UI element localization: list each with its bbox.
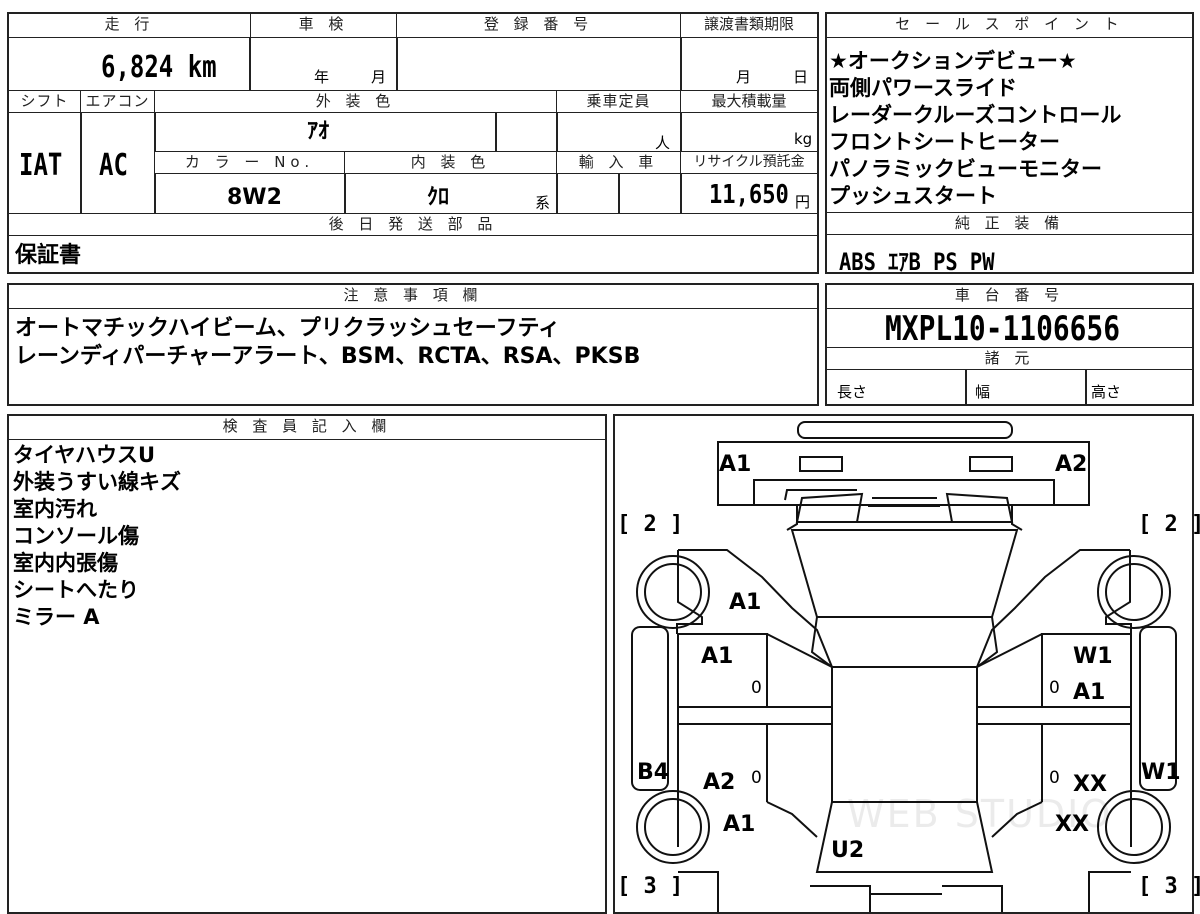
later-parts-value: 保証書: [15, 243, 82, 268]
sales-point: パノラミックビューモニター: [829, 157, 1102, 181]
sales-point: フロントシートヒーター: [829, 130, 1060, 154]
chassis-box: 車 台 番 号 MXPL10-1106656 諸 元 長さ 幅 高さ: [825, 283, 1194, 406]
recycle-value: 11,650: [709, 180, 789, 210]
sales-points-box: セ ー ル ス ポ イ ン ト ★オークションデビュー★ 両側パワースライドレーダ…: [825, 12, 1194, 276]
mileage-value: 6,824 km: [101, 50, 217, 85]
notes-header: 注 意 事 項 欄: [9, 285, 817, 309]
door-front-left-mark: A1: [701, 644, 734, 669]
inspector-header: 検 査 員 記 入 欄: [9, 416, 605, 440]
front-right-mark: A2: [1055, 452, 1088, 477]
inspector-line: 室内内張傷: [13, 551, 118, 575]
side-left-mark: B4: [637, 760, 670, 785]
registration-header: 登 録 番 号: [397, 14, 681, 38]
shift-value: IAT: [19, 148, 63, 183]
sales-point: プッシュスタート: [829, 184, 997, 208]
inspector-line: 外装うすい線キズ: [13, 470, 181, 494]
width-label: 幅: [975, 383, 991, 401]
sales-points-list: ★オークションデビュー★ 両側パワースライドレーダークルーズコントロール フロントシ…: [829, 48, 1189, 210]
inspector-line: タイヤハウスU: [13, 443, 156, 467]
max-load-unit: kg: [794, 130, 813, 148]
door-front-left-zero: 0: [751, 678, 762, 698]
door-rear-right-zero: 0: [1049, 768, 1060, 788]
interior-color-header: 内 装 色: [345, 152, 557, 174]
car-diagram-box: A1 A2 [ 2 ] [ 2 ] A1 A1 0 W1 0 A1 B4 A2 …: [613, 414, 1200, 914]
shaken-year: 年: [314, 68, 330, 86]
chassis-number: MXPL10-1106656: [885, 309, 1120, 349]
notes-line-1: オートマチックハイビーム、プリクラッシュセーフティ: [15, 316, 561, 341]
sales-point: 両側パワースライド: [829, 76, 1017, 100]
inspector-box: 検 査 員 記 入 欄 タイヤハウスU 外装うすい線キズ 室内汚れコンソール傷 室内内…: [7, 414, 607, 914]
watermark: WEB STUDIO: [847, 792, 1113, 836]
color-no-header: カ ラ ー No.: [155, 152, 345, 174]
sales-point: レーダークルーズコントロール: [829, 103, 1122, 127]
import-header: 輸 入 車: [557, 152, 681, 174]
equipment-value: ABS ｴｱB PS PW: [839, 248, 995, 276]
capacity-unit: 人: [655, 134, 671, 152]
recycle-unit: 円: [795, 193, 811, 211]
door-front-right-zero: 0: [1049, 678, 1060, 698]
inspector-line: 室内汚れ: [13, 497, 97, 521]
inspector-line: シートへたり: [13, 578, 139, 602]
door-rear-left-zero: 0: [751, 768, 762, 788]
recycle-header: リサイクル預託金: [681, 152, 817, 174]
notes-line-2: レーンディパーチャーアラート、BSM、RCTA、RSA、PKSB: [15, 344, 641, 369]
inspector-list: タイヤハウスU 外装うすい線キズ 室内汚れコンソール傷 室内内張傷シートへたり ミラー …: [13, 442, 593, 631]
interior-color-suffix: 系: [535, 194, 551, 212]
color-no-value: 8W2: [227, 185, 282, 210]
shaken-header: 車 検: [251, 14, 397, 38]
shaken-month: 月: [371, 68, 387, 86]
rear-mark: U2: [831, 838, 865, 863]
sales-point: ★オークションデビュー★: [829, 49, 1077, 73]
chassis-header: 車 台 番 号: [827, 285, 1192, 309]
bracket-rear-left: [ 3 ]: [617, 874, 684, 899]
length-label: 長さ: [837, 383, 868, 401]
side-right-mark: W1: [1141, 760, 1181, 785]
max-load-header: 最大積載量: [681, 91, 817, 113]
transfer-deadline-header: 譲渡書類期限: [681, 14, 817, 38]
door-rear-left-mark: A2: [703, 770, 736, 795]
transfer-day: 日: [793, 68, 809, 86]
height-label: 高さ: [1091, 383, 1122, 401]
specs-header: 諸 元: [827, 348, 1192, 370]
door-front-right-mark: W1: [1073, 644, 1113, 669]
exterior-color-header: 外 装 色: [155, 91, 557, 113]
capacity-header: 乗車定員: [557, 91, 681, 113]
notes-box: 注 意 事 項 欄 オートマチックハイビーム、プリクラッシュセーフティ レーンデ…: [7, 283, 819, 406]
mileage-header: 走 行: [9, 14, 251, 38]
bracket-rear-right: [ 3 ]: [1138, 874, 1200, 899]
bracket-front-right: [ 2 ]: [1138, 512, 1200, 537]
transfer-month: 月: [736, 68, 752, 86]
exterior-color-value: ｱｵ: [307, 119, 330, 144]
fender-left-mark: A1: [729, 590, 762, 615]
inspector-line: ミラー A: [13, 605, 100, 629]
ac-header: エアコン: [81, 91, 155, 113]
shift-header: シフト: [9, 91, 81, 113]
vehicle-info-table: 走 行 車 検 登 録 番 号 譲渡書類期限 6,824 km 年 月 月 日 …: [7, 12, 819, 274]
bracket-front-left: [ 2 ]: [617, 512, 684, 537]
rear-fender-left-mark: A1: [723, 812, 756, 837]
door-front-right-mark-2: A1: [1073, 680, 1106, 705]
later-parts-header: 後 日 発 送 部 品: [9, 214, 817, 236]
sales-points-header: セ ー ル ス ポ イ ン ト: [827, 14, 1192, 38]
equipment-header: 純 正 装 備: [827, 213, 1192, 235]
interior-color-value: ｸﾛ: [427, 185, 450, 210]
ac-value: AC: [99, 148, 128, 183]
inspector-line: コンソール傷: [13, 524, 139, 548]
front-left-mark: A1: [719, 452, 752, 477]
